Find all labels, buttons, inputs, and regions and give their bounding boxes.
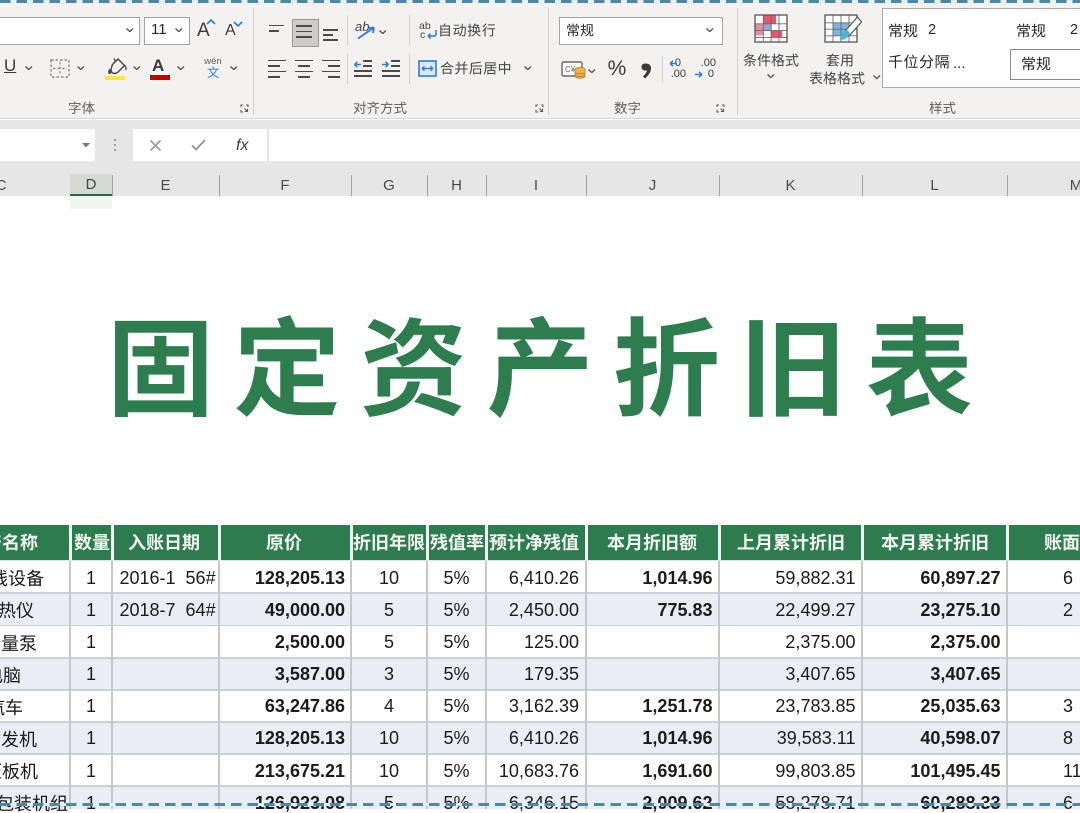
svg-text:C¥: C¥ xyxy=(565,65,576,74)
